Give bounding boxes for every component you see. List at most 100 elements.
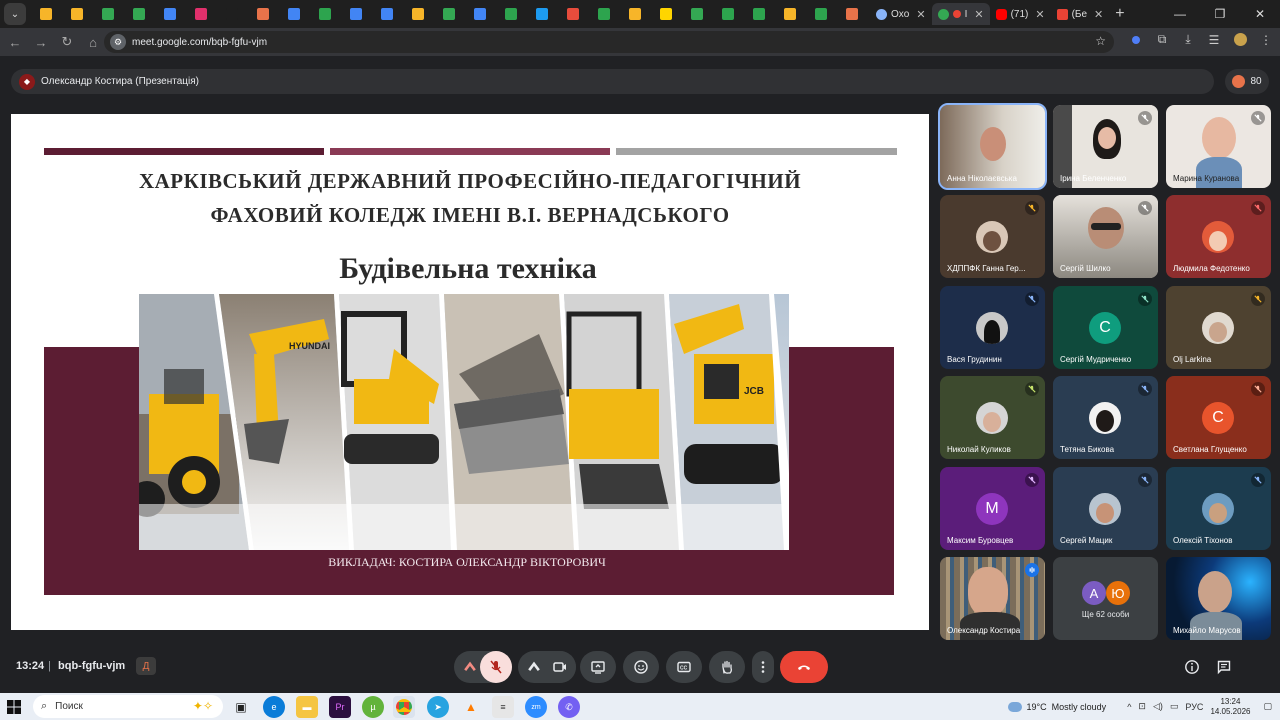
battery-icon[interactable]: ▭: [1170, 701, 1179, 712]
pinned-tab-favicon-icon[interactable]: [592, 4, 616, 24]
more-options-button[interactable]: [752, 651, 774, 683]
pinned-tab-favicon-icon[interactable]: [251, 4, 275, 24]
tab-gmail[interactable]: (Бе ✕: [1051, 3, 1110, 25]
pinned-tab-favicon-icon[interactable]: [96, 4, 120, 24]
pinned-tab-favicon-icon[interactable]: [747, 4, 771, 24]
pinned-tab-favicon-icon[interactable]: [716, 4, 740, 24]
pinned-tab-favicon-icon[interactable]: [158, 4, 182, 24]
close-icon[interactable]: ✕: [974, 8, 983, 21]
close-icon[interactable]: ✕: [916, 8, 925, 21]
pinned-tab-favicon-icon[interactable]: [840, 4, 864, 24]
new-tab-button[interactable]: +: [1115, 5, 1124, 23]
premiere-icon[interactable]: Pr: [329, 696, 351, 718]
pinned-tab-favicon-icon[interactable]: [561, 4, 585, 24]
meeting-info-button[interactable]: [1183, 658, 1201, 676]
pinned-tab-favicon-icon[interactable]: [685, 4, 709, 24]
participant-tile[interactable]: Олексій Тіхонов: [1166, 467, 1271, 550]
reload-icon[interactable]: ↻: [54, 34, 80, 50]
network-icon[interactable]: ⊡: [1138, 701, 1146, 712]
reactions-button[interactable]: [623, 651, 659, 683]
pinned-tab-favicon-icon[interactable]: [189, 4, 213, 24]
mic-toggle-button[interactable]: [480, 651, 512, 683]
close-icon[interactable]: ✕: [1094, 8, 1103, 21]
camera-toggle-button[interactable]: [544, 651, 576, 683]
tab-search-button[interactable]: ⌄: [4, 3, 26, 25]
edge-browser-icon[interactable]: e: [263, 696, 285, 718]
tab-oxo[interactable]: Oxo ✕: [870, 3, 932, 25]
viber-icon[interactable]: ✆: [558, 696, 580, 718]
notepad-icon[interactable]: ≡: [492, 696, 514, 718]
language-indicator[interactable]: РУС: [1185, 702, 1203, 712]
participants-button[interactable]: 80: [1225, 69, 1269, 94]
vlc-icon[interactable]: ▲: [460, 696, 482, 718]
weather-widget[interactable]: 19°C Mostly cloudy: [1007, 701, 1106, 712]
utorrent-icon[interactable]: µ: [362, 696, 384, 718]
restore-icon[interactable]: ❐: [1200, 7, 1240, 21]
reading-list-icon[interactable]: ☰: [1206, 33, 1222, 47]
pinned-tab-favicon-icon[interactable]: [127, 4, 151, 24]
participant-tile[interactable]: Людмила Федотенко: [1166, 195, 1271, 278]
extension-dot-icon[interactable]: [1128, 35, 1144, 44]
chrome-icon[interactable]: [393, 696, 415, 718]
pinned-tab-favicon-icon[interactable]: [499, 4, 523, 24]
profile-avatar-icon[interactable]: [1232, 33, 1248, 46]
participant-tile[interactable]: Николай Куликов: [940, 376, 1045, 459]
pinned-tab-favicon-icon[interactable]: [623, 4, 647, 24]
mic-options-chevron-icon[interactable]: [462, 659, 478, 675]
tab-meet[interactable]: I ✕: [931, 3, 990, 25]
windows-start-button[interactable]: [0, 693, 28, 720]
raise-hand-button[interactable]: [709, 651, 745, 683]
notifications-icon[interactable]: ▢: [1263, 701, 1272, 712]
back-icon[interactable]: ←: [2, 35, 28, 50]
home-icon[interactable]: ⌂: [80, 35, 106, 50]
pinned-tab-favicon-icon[interactable]: [34, 4, 58, 24]
address-bar[interactable]: ⚙ meet.google.com/bqb-fgfu-vjm ☆: [104, 31, 1114, 53]
pinned-tab-favicon-icon[interactable]: [809, 4, 833, 24]
minimize-icon[interactable]: —: [1160, 7, 1200, 21]
task-view-icon[interactable]: ▣: [230, 696, 252, 718]
tray-overflow-icon[interactable]: ^: [1127, 702, 1131, 712]
participant-tile[interactable]: Сергей Мацик: [1053, 467, 1158, 550]
participant-tile[interactable]: М Максим Буровцев: [940, 467, 1045, 550]
taskbar-search-input[interactable]: ⌕ Поиск ✦✧: [33, 695, 223, 718]
participant-tile[interactable]: Olj Larkina: [1166, 286, 1271, 369]
telegram-icon[interactable]: ➤: [427, 696, 449, 718]
zoom-icon[interactable]: zm: [525, 696, 547, 718]
pinned-tab-favicon-icon[interactable]: [654, 4, 678, 24]
pinned-tab-favicon-icon[interactable]: [406, 4, 430, 24]
pinned-tab-favicon-icon[interactable]: [778, 4, 802, 24]
participant-tile[interactable]: Сергій Шилко: [1053, 195, 1158, 278]
pinned-tab-favicon-icon[interactable]: [437, 4, 461, 24]
participant-tile[interactable]: Вася Грудинин: [940, 286, 1045, 369]
pinned-tab-favicon-icon[interactable]: [282, 4, 306, 24]
participant-tile[interactable]: Анна Ніколаєвська: [938, 103, 1047, 190]
chat-button[interactable]: [1215, 658, 1233, 676]
extensions-icon[interactable]: ⧉: [1154, 32, 1170, 47]
tab-youtube[interactable]: (71) ✕: [990, 3, 1051, 25]
taskbar-clock[interactable]: 13:24 14.05.2026: [1210, 697, 1250, 717]
participant-tile[interactable]: С Светлана Глущенко: [1166, 376, 1271, 459]
close-icon[interactable]: ✕: [1035, 8, 1044, 21]
participant-tile[interactable]: Олександр Костира: [940, 557, 1045, 640]
close-window-icon[interactable]: ✕: [1240, 7, 1280, 21]
download-icon[interactable]: ⤓: [1180, 32, 1196, 47]
pinned-tab-favicon-icon[interactable]: [530, 4, 554, 24]
pinned-tab-favicon-icon[interactable]: [65, 4, 89, 24]
volume-icon[interactable]: ◁): [1153, 701, 1163, 712]
participant-tile[interactable]: С Сергій Мудриченко: [1053, 286, 1158, 369]
pinned-tab-favicon-icon[interactable]: [313, 4, 337, 24]
participant-tile[interactable]: Марина Куранова: [1166, 105, 1271, 188]
participant-tile[interactable]: Михайло Марусов: [1166, 557, 1271, 640]
pinned-tab-favicon-icon[interactable]: [344, 4, 368, 24]
bookmark-star-icon[interactable]: ☆: [1095, 34, 1106, 48]
present-screen-button[interactable]: [580, 651, 616, 683]
leave-call-button[interactable]: [780, 651, 828, 683]
site-info-icon[interactable]: ⚙: [110, 34, 126, 50]
more-participants-tile[interactable]: А Ю Ще 62 особи: [1053, 557, 1158, 640]
browser-menu-icon[interactable]: ⋮: [1258, 33, 1274, 47]
pinned-tab-favicon-icon[interactable]: [468, 4, 492, 24]
participant-tile[interactable]: Тетяна Бикова: [1053, 376, 1158, 459]
camera-options-chevron-icon[interactable]: [526, 659, 542, 675]
pinned-tab-favicon-icon[interactable]: [375, 4, 399, 24]
captions-button[interactable]: CC: [666, 651, 702, 683]
